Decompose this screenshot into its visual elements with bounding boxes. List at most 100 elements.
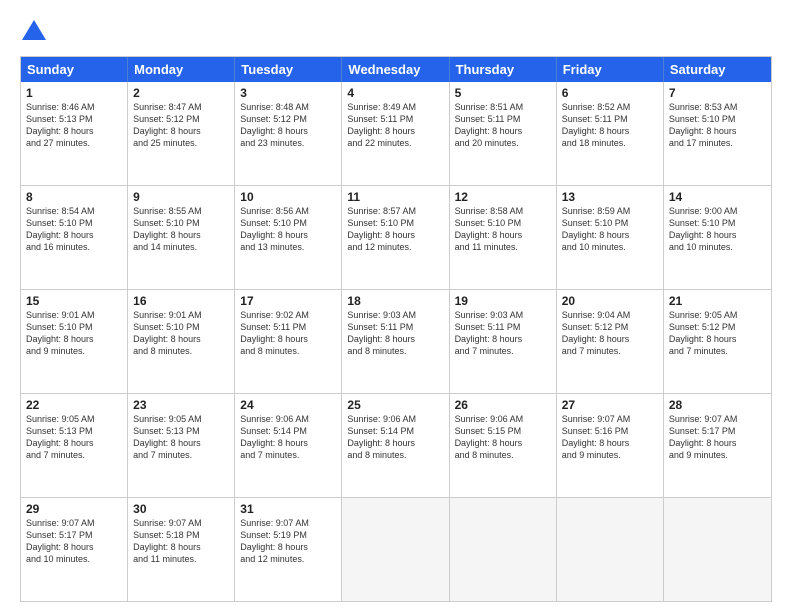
calendar-cell: 10Sunrise: 8:56 AMSunset: 5:10 PMDayligh…: [235, 186, 342, 289]
day-number: 23: [133, 398, 229, 412]
day-number: 24: [240, 398, 336, 412]
cell-details: Sunrise: 8:46 AMSunset: 5:13 PMDaylight:…: [26, 101, 122, 150]
day-number: 25: [347, 398, 443, 412]
day-number: 4: [347, 86, 443, 100]
cell-details: Sunrise: 8:58 AMSunset: 5:10 PMDaylight:…: [455, 205, 551, 254]
calendar-row-1: 1Sunrise: 8:46 AMSunset: 5:13 PMDaylight…: [21, 82, 771, 185]
calendar-cell: 25Sunrise: 9:06 AMSunset: 5:14 PMDayligh…: [342, 394, 449, 497]
cell-details: Sunrise: 9:06 AMSunset: 5:14 PMDaylight:…: [240, 413, 336, 462]
day-number: 3: [240, 86, 336, 100]
calendar-cell: [664, 498, 771, 601]
calendar-cell: [557, 498, 664, 601]
calendar-cell: 23Sunrise: 9:05 AMSunset: 5:13 PMDayligh…: [128, 394, 235, 497]
day-number: 2: [133, 86, 229, 100]
cell-details: Sunrise: 8:59 AMSunset: 5:10 PMDaylight:…: [562, 205, 658, 254]
calendar-cell: 4Sunrise: 8:49 AMSunset: 5:11 PMDaylight…: [342, 82, 449, 185]
day-number: 6: [562, 86, 658, 100]
calendar-cell: 16Sunrise: 9:01 AMSunset: 5:10 PMDayligh…: [128, 290, 235, 393]
calendar-cell: [450, 498, 557, 601]
day-number: 15: [26, 294, 122, 308]
day-number: 5: [455, 86, 551, 100]
logo-icon: [20, 18, 48, 46]
cell-details: Sunrise: 9:01 AMSunset: 5:10 PMDaylight:…: [26, 309, 122, 358]
day-number: 10: [240, 190, 336, 204]
cell-details: Sunrise: 9:06 AMSunset: 5:15 PMDaylight:…: [455, 413, 551, 462]
cell-details: Sunrise: 8:55 AMSunset: 5:10 PMDaylight:…: [133, 205, 229, 254]
day-number: 13: [562, 190, 658, 204]
cell-details: Sunrise: 9:03 AMSunset: 5:11 PMDaylight:…: [347, 309, 443, 358]
calendar-cell: 22Sunrise: 9:05 AMSunset: 5:13 PMDayligh…: [21, 394, 128, 497]
cell-details: Sunrise: 9:01 AMSunset: 5:10 PMDaylight:…: [133, 309, 229, 358]
calendar-row-5: 29Sunrise: 9:07 AMSunset: 5:17 PMDayligh…: [21, 497, 771, 601]
header: [20, 18, 772, 46]
calendar-cell: 2Sunrise: 8:47 AMSunset: 5:12 PMDaylight…: [128, 82, 235, 185]
calendar-cell: 7Sunrise: 8:53 AMSunset: 5:10 PMDaylight…: [664, 82, 771, 185]
cell-details: Sunrise: 9:05 AMSunset: 5:12 PMDaylight:…: [669, 309, 766, 358]
day-number: 26: [455, 398, 551, 412]
cell-details: Sunrise: 9:07 AMSunset: 5:16 PMDaylight:…: [562, 413, 658, 462]
day-number: 22: [26, 398, 122, 412]
calendar-cell: 5Sunrise: 8:51 AMSunset: 5:11 PMDaylight…: [450, 82, 557, 185]
calendar-row-3: 15Sunrise: 9:01 AMSunset: 5:10 PMDayligh…: [21, 289, 771, 393]
cell-details: Sunrise: 8:51 AMSunset: 5:11 PMDaylight:…: [455, 101, 551, 150]
calendar-row-2: 8Sunrise: 8:54 AMSunset: 5:10 PMDaylight…: [21, 185, 771, 289]
calendar-cell: 31Sunrise: 9:07 AMSunset: 5:19 PMDayligh…: [235, 498, 342, 601]
cell-details: Sunrise: 8:53 AMSunset: 5:10 PMDaylight:…: [669, 101, 766, 150]
calendar-cell: [342, 498, 449, 601]
day-number: 30: [133, 502, 229, 516]
calendar-cell: 13Sunrise: 8:59 AMSunset: 5:10 PMDayligh…: [557, 186, 664, 289]
cell-details: Sunrise: 8:57 AMSunset: 5:10 PMDaylight:…: [347, 205, 443, 254]
calendar-cell: 11Sunrise: 8:57 AMSunset: 5:10 PMDayligh…: [342, 186, 449, 289]
cell-details: Sunrise: 8:52 AMSunset: 5:11 PMDaylight:…: [562, 101, 658, 150]
cell-details: Sunrise: 8:56 AMSunset: 5:10 PMDaylight:…: [240, 205, 336, 254]
calendar-cell: 26Sunrise: 9:06 AMSunset: 5:15 PMDayligh…: [450, 394, 557, 497]
cell-details: Sunrise: 9:07 AMSunset: 5:17 PMDaylight:…: [669, 413, 766, 462]
cell-details: Sunrise: 9:07 AMSunset: 5:19 PMDaylight:…: [240, 517, 336, 566]
day-number: 27: [562, 398, 658, 412]
calendar-cell: 21Sunrise: 9:05 AMSunset: 5:12 PMDayligh…: [664, 290, 771, 393]
calendar-body: 1Sunrise: 8:46 AMSunset: 5:13 PMDaylight…: [21, 82, 771, 601]
day-number: 29: [26, 502, 122, 516]
calendar-cell: 24Sunrise: 9:06 AMSunset: 5:14 PMDayligh…: [235, 394, 342, 497]
calendar-cell: 28Sunrise: 9:07 AMSunset: 5:17 PMDayligh…: [664, 394, 771, 497]
day-number: 21: [669, 294, 766, 308]
weekday-header-monday: Monday: [128, 57, 235, 82]
day-number: 18: [347, 294, 443, 308]
cell-details: Sunrise: 9:05 AMSunset: 5:13 PMDaylight:…: [133, 413, 229, 462]
calendar-cell: 3Sunrise: 8:48 AMSunset: 5:12 PMDaylight…: [235, 82, 342, 185]
cell-details: Sunrise: 9:07 AMSunset: 5:18 PMDaylight:…: [133, 517, 229, 566]
cell-details: Sunrise: 9:07 AMSunset: 5:17 PMDaylight:…: [26, 517, 122, 566]
calendar-cell: 30Sunrise: 9:07 AMSunset: 5:18 PMDayligh…: [128, 498, 235, 601]
calendar-cell: 6Sunrise: 8:52 AMSunset: 5:11 PMDaylight…: [557, 82, 664, 185]
calendar-cell: 17Sunrise: 9:02 AMSunset: 5:11 PMDayligh…: [235, 290, 342, 393]
day-number: 9: [133, 190, 229, 204]
day-number: 12: [455, 190, 551, 204]
cell-details: Sunrise: 9:00 AMSunset: 5:10 PMDaylight:…: [669, 205, 766, 254]
calendar-cell: 14Sunrise: 9:00 AMSunset: 5:10 PMDayligh…: [664, 186, 771, 289]
weekday-header-sunday: Sunday: [21, 57, 128, 82]
calendar-cell: 19Sunrise: 9:03 AMSunset: 5:11 PMDayligh…: [450, 290, 557, 393]
calendar-cell: 29Sunrise: 9:07 AMSunset: 5:17 PMDayligh…: [21, 498, 128, 601]
day-number: 14: [669, 190, 766, 204]
day-number: 20: [562, 294, 658, 308]
cell-details: Sunrise: 8:48 AMSunset: 5:12 PMDaylight:…: [240, 101, 336, 150]
calendar-cell: 20Sunrise: 9:04 AMSunset: 5:12 PMDayligh…: [557, 290, 664, 393]
calendar-cell: 1Sunrise: 8:46 AMSunset: 5:13 PMDaylight…: [21, 82, 128, 185]
calendar: SundayMondayTuesdayWednesdayThursdayFrid…: [20, 56, 772, 602]
cell-details: Sunrise: 9:02 AMSunset: 5:11 PMDaylight:…: [240, 309, 336, 358]
calendar-header: SundayMondayTuesdayWednesdayThursdayFrid…: [21, 57, 771, 82]
cell-details: Sunrise: 9:05 AMSunset: 5:13 PMDaylight:…: [26, 413, 122, 462]
calendar-cell: 12Sunrise: 8:58 AMSunset: 5:10 PMDayligh…: [450, 186, 557, 289]
calendar-cell: 18Sunrise: 9:03 AMSunset: 5:11 PMDayligh…: [342, 290, 449, 393]
calendar-cell: 15Sunrise: 9:01 AMSunset: 5:10 PMDayligh…: [21, 290, 128, 393]
cell-details: Sunrise: 9:06 AMSunset: 5:14 PMDaylight:…: [347, 413, 443, 462]
weekday-header-friday: Friday: [557, 57, 664, 82]
weekday-header-thursday: Thursday: [450, 57, 557, 82]
day-number: 19: [455, 294, 551, 308]
cell-details: Sunrise: 9:03 AMSunset: 5:11 PMDaylight:…: [455, 309, 551, 358]
cell-details: Sunrise: 8:49 AMSunset: 5:11 PMDaylight:…: [347, 101, 443, 150]
page: SundayMondayTuesdayWednesdayThursdayFrid…: [0, 0, 792, 612]
day-number: 16: [133, 294, 229, 308]
calendar-cell: 8Sunrise: 8:54 AMSunset: 5:10 PMDaylight…: [21, 186, 128, 289]
day-number: 1: [26, 86, 122, 100]
